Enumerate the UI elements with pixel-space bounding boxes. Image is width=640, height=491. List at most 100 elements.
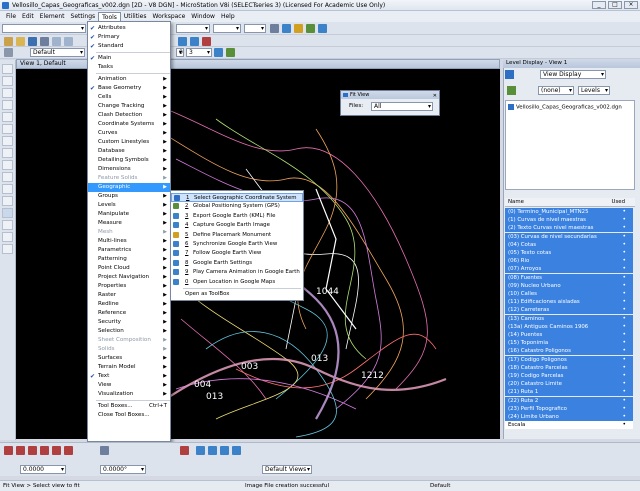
menu-utilities[interactable]: Utilities (121, 12, 150, 21)
file-tree-item[interactable]: Vellosillo_Capas_Geograficas_v002.dgn (508, 104, 622, 111)
delete-element-icon[interactable] (2, 172, 13, 182)
references-icon[interactable] (306, 24, 315, 33)
level-row[interactable]: (24) Limite Urbano • (505, 413, 633, 421)
select-text-icon[interactable] (100, 446, 109, 455)
copy-element-icon[interactable] (2, 148, 13, 158)
text-abc-icon[interactable] (40, 446, 49, 455)
fill-icon[interactable] (214, 48, 223, 57)
geographic-menu-item[interactable]: 0 Open Location in Google Maps (171, 278, 303, 287)
tools-menu-item[interactable]: Attributes ✔ (88, 24, 170, 33)
place-circle-icon[interactable] (2, 88, 13, 98)
geographic-menu-item[interactable]: 4 Capture Google Earth Image (171, 221, 303, 230)
tools-menu-item[interactable]: Coordinate Systems ▶ (88, 120, 170, 129)
text-icon[interactable] (4, 446, 13, 455)
tools-menu-item[interactable]: Point Cloud ▶ (88, 264, 170, 273)
level-row[interactable]: (19) Codigo Parcelas • (505, 372, 633, 380)
place-arc-icon[interactable] (2, 112, 13, 122)
tools-menu-item[interactable]: Primary ✔ (88, 33, 170, 42)
place-line-icon[interactable] (2, 76, 13, 86)
tools-menu-item[interactable]: Properties ▶ (88, 282, 170, 291)
tools-menu-item[interactable]: Manipulate ▶ (88, 210, 170, 219)
level-row[interactable]: (15) Toponimia • (505, 339, 633, 348)
tools-menu-item-geographic[interactable]: Geographic ▶ (88, 183, 170, 192)
level-row[interactable]: (12) Carreteras • (505, 306, 633, 315)
active-level-combo[interactable] (2, 24, 86, 33)
text-node-icon[interactable] (64, 446, 73, 455)
tools-menu-item[interactable]: Surfaces ▶ (88, 354, 170, 363)
raster-icon[interactable] (318, 24, 327, 33)
tools-menu-item[interactable]: Standard ✔ (88, 42, 170, 51)
level-row[interactable]: (07) Arroyos • (505, 265, 633, 274)
tools-menu-item[interactable]: Custom Linestyles ▶ (88, 138, 170, 147)
angle-field[interactable]: 0.0000° (100, 465, 146, 474)
cut-icon[interactable] (52, 37, 61, 46)
filter-combo[interactable]: (none) (538, 86, 574, 95)
tools-menu-item[interactable]: Patterning ▶ (88, 255, 170, 264)
properties-icon[interactable] (294, 24, 303, 33)
menu-help[interactable]: Help (218, 12, 238, 21)
level-row[interactable]: (09) Nucleo Urbano • (505, 281, 633, 290)
filter-icon[interactable] (507, 86, 516, 95)
tools-menu-item[interactable]: Reference ▶ (88, 309, 170, 318)
geographic-menu-item[interactable]: 5 Define Placemark Monument (171, 231, 303, 240)
level-row[interactable]: (13) Caminos • (505, 314, 633, 323)
level-row[interactable]: (16) Catastro Poligonos • (505, 347, 633, 356)
text-edit-icon[interactable] (16, 446, 25, 455)
tools-menu-item[interactable]: Groups ▶ (88, 192, 170, 201)
tools-menu-item[interactable]: Security ▶ (88, 318, 170, 327)
zoom-in-icon[interactable] (208, 446, 217, 455)
menu-file[interactable]: File (3, 12, 19, 21)
geographic-menu-item[interactable]: 8 Google Earth Settings (171, 259, 303, 268)
linestyle-combo[interactable] (213, 24, 241, 33)
level-row[interactable]: (11) Edificaciones aisladas • (505, 298, 633, 307)
tools-menu-item[interactable]: Selection ▶ (88, 327, 170, 336)
views-combo[interactable]: Default Views (262, 465, 312, 474)
zoom-out-icon[interactable] (220, 446, 229, 455)
tools-menu-item[interactable]: Raster ▶ (88, 291, 170, 300)
color-combo[interactable] (176, 24, 210, 33)
modify-icon[interactable] (2, 160, 13, 170)
fit-view-icon[interactable] (232, 446, 241, 455)
tools-menu-item[interactable]: Levels ▶ (88, 201, 170, 210)
tools-menu-item[interactable]: Database ▶ (88, 147, 170, 156)
level-manager-icon[interactable] (282, 24, 291, 33)
tools-menu-item[interactable]: Main ✔ (88, 54, 170, 63)
save-icon[interactable] (28, 37, 37, 46)
files-combo[interactable]: All (371, 102, 433, 111)
dimension-icon[interactable] (2, 220, 13, 230)
level-row[interactable]: (18) Catastro Parcelas • (505, 363, 633, 372)
menu-settings[interactable]: Settings (68, 12, 99, 21)
fence-icon[interactable] (2, 208, 13, 218)
tools-menu-item[interactable]: Base Geometry ✔ ▶ (88, 84, 170, 93)
new-file-icon[interactable] (4, 37, 13, 46)
note-icon[interactable] (52, 446, 61, 455)
view-icon[interactable] (505, 70, 514, 79)
copy-icon[interactable] (64, 37, 73, 46)
minimize-button[interactable]: _ (592, 1, 606, 9)
place-block-icon[interactable] (2, 100, 13, 110)
geographic-menu-item[interactable]: 2 Global Positioning System (GPS) (171, 202, 303, 211)
used-column-header[interactable]: Used (612, 198, 626, 207)
menu-window[interactable]: Window (188, 12, 218, 21)
geographic-menu-item[interactable]: 6 Synchronize Google Earth View (171, 240, 303, 249)
tool-boxes-item[interactable]: Tool Boxes... Ctrl+T (88, 402, 170, 411)
tools-menu-item[interactable]: Project Navigation ▶ (88, 273, 170, 282)
menu-element[interactable]: Element (37, 12, 68, 21)
level-row[interactable]: (22) Ruta 2 • (505, 396, 633, 405)
levels-button[interactable]: Levels (578, 86, 610, 95)
measure-icon[interactable] (2, 184, 13, 194)
tools-menu-item[interactable]: Animation ▶ (88, 75, 170, 84)
geographic-menu-item[interactable]: 7 Follow Google Earth View (171, 249, 303, 258)
settings-icon[interactable] (270, 24, 279, 33)
level-row[interactable]: (2) Texto Curvas nivel maestras • (505, 224, 633, 233)
weight-number[interactable]: 3 (186, 48, 212, 57)
geographic-menu-item[interactable]: 9 Play Camera Animation in Google Earth (171, 268, 303, 277)
level-row[interactable]: Escala • (505, 421, 633, 430)
place-text-icon[interactable] (2, 124, 13, 134)
name-column-header[interactable]: Name (505, 199, 524, 205)
geographic-menu-item[interactable]: 1 Select Geographic Coordinate System (171, 193, 303, 202)
move-icon[interactable] (2, 136, 13, 146)
tools-menu-item[interactable]: Text ✔ ▶ (88, 372, 170, 381)
level-row[interactable]: (21) Ruta 1 • (505, 388, 633, 397)
menu-edit[interactable]: Edit (19, 12, 37, 21)
